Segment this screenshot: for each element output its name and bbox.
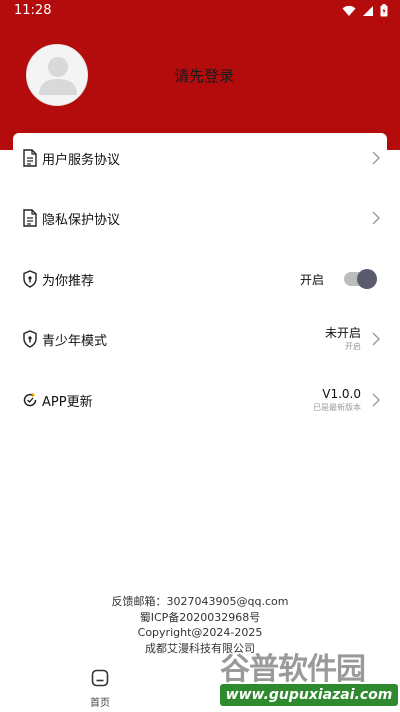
shield-icon bbox=[23, 330, 37, 348]
app-version-sub: 已是最新版本 bbox=[313, 403, 361, 412]
document-icon bbox=[23, 149, 37, 167]
copyright: Copyright@2024-2025 bbox=[137, 626, 263, 639]
app-version: V1.0.0 bbox=[322, 387, 361, 401]
youth-mode-status: 未开启 开启 bbox=[325, 326, 361, 352]
chevron-right-icon bbox=[372, 151, 380, 165]
icp-record: 蜀ICP备2020032968号 bbox=[139, 610, 261, 624]
user-icon bbox=[39, 57, 77, 95]
login-prompt[interactable]: 请先登录 bbox=[174, 65, 234, 86]
home-icon bbox=[91, 669, 109, 687]
menu-item-app-update[interactable]: APP更新 V1.0.0 已是最新版本 bbox=[13, 375, 387, 425]
menu-item-label: APP更新 bbox=[42, 394, 93, 410]
nav-item-label: 首页 bbox=[90, 698, 110, 709]
recommend-toggle[interactable] bbox=[344, 269, 377, 289]
menu-item-label: 隐私保护协议 bbox=[42, 212, 121, 228]
status-time: 11:28 bbox=[14, 3, 52, 18]
chevron-right-icon bbox=[372, 332, 380, 346]
menu-item-youth-mode[interactable]: 青少年模式 未开启 开启 bbox=[13, 314, 387, 364]
feedback-email: 反馈邮箱：3027043905@qq.com bbox=[111, 595, 289, 608]
menu-item-label: 用户服务协议 bbox=[42, 152, 121, 168]
shield-icon bbox=[23, 270, 37, 288]
chevron-right-icon bbox=[372, 393, 380, 407]
status-icons bbox=[342, 4, 388, 17]
watermark-url: www.gupuxiazai.com bbox=[220, 684, 398, 706]
app-version-status: V1.0.0 已是最新版本 bbox=[313, 387, 361, 413]
settings-card: 用户服务协议 隐私保护协议 为你推荐 开启 青少年模式 未开启 开启 APP更新… bbox=[13, 133, 387, 433]
watermark: 谷普软件园 www.gupuxiazai.com bbox=[212, 640, 400, 712]
wifi-icon bbox=[342, 5, 356, 16]
battery-icon bbox=[380, 4, 388, 17]
watermark-title: 谷普软件园 bbox=[220, 652, 366, 687]
refresh-icon bbox=[23, 392, 37, 407]
menu-item-label: 青少年模式 bbox=[42, 333, 108, 349]
menu-item-privacy-policy[interactable]: 隐私保护协议 bbox=[13, 193, 387, 243]
toggle-state-label: 开启 bbox=[299, 272, 324, 287]
document-icon bbox=[23, 209, 37, 227]
nav-item-home[interactable]: 首页 bbox=[70, 668, 130, 709]
menu-item-user-agreement[interactable]: 用户服务协议 bbox=[13, 133, 387, 183]
signal-icon bbox=[363, 5, 373, 16]
menu-item-recommend: 为你推荐 开启 bbox=[13, 254, 387, 304]
toggle-knob bbox=[357, 269, 377, 289]
chevron-right-icon bbox=[372, 211, 380, 225]
youth-mode-value: 未开启 bbox=[324, 326, 361, 340]
status-bar: 11:28 bbox=[0, 0, 400, 24]
avatar[interactable] bbox=[26, 44, 88, 106]
menu-item-label: 为你推荐 bbox=[42, 273, 95, 289]
youth-mode-sub: 开启 bbox=[345, 342, 361, 351]
